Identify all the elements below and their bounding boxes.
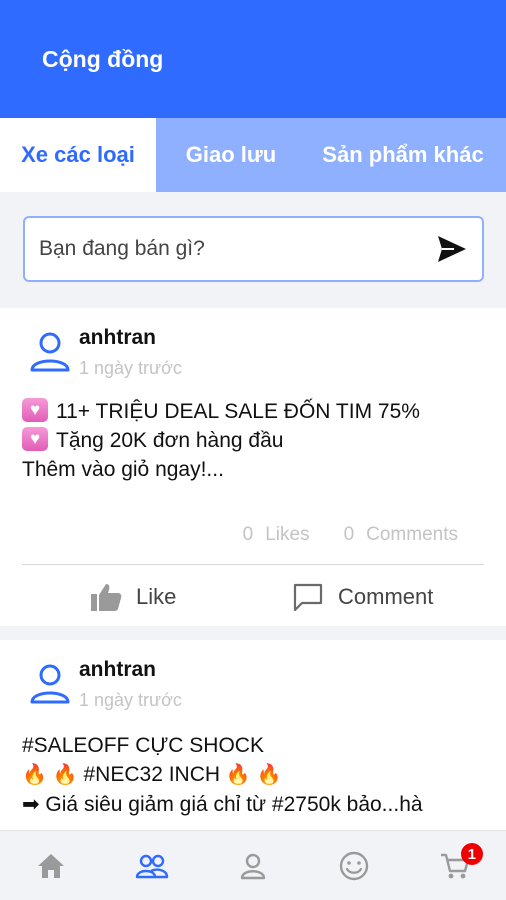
post-content[interactable]: 11+ TRIỆU DEAL SALE ĐỐN TIM 75% Tặng 20K… <box>22 397 498 484</box>
send-icon[interactable] <box>436 234 468 264</box>
user-avatar-icon[interactable] <box>28 660 72 704</box>
nav-profile[interactable] <box>202 831 303 900</box>
fire-emoji-icon: 🔥 <box>225 764 251 786</box>
post-composer <box>23 216 484 282</box>
tab-san-pham-khac[interactable]: Sản phẩm khác <box>306 118 506 192</box>
fire-emoji-icon: 🔥 <box>22 764 47 786</box>
nav-emoji[interactable] <box>304 831 405 900</box>
post-card: anhtran 1 ngày trước #SALEOFF CỰC SHOCK … <box>0 640 506 830</box>
like-button[interactable]: Like <box>90 578 176 616</box>
nav-home[interactable] <box>0 831 101 900</box>
fire-emoji-icon: 🔥 <box>52 764 78 786</box>
smiley-icon <box>340 851 369 880</box>
heart-emoji-icon <box>22 398 48 422</box>
post-card: anhtran 1 ngày trước 11+ TRIỆU DEAL SALE… <box>0 308 506 626</box>
community-icon <box>135 854 168 878</box>
app-screen: Cộng đồng Xe các loại Giao lưu Sản phẩm … <box>0 0 506 900</box>
tab-xe-cac-loai[interactable]: Xe các loại <box>0 118 156 192</box>
post-content[interactable]: #SALEOFF CỰC SHOCK 🔥 🔥 #NEC32 INCH 🔥 🔥 ➡… <box>22 731 498 819</box>
app-header: Cộng đồng <box>0 0 506 118</box>
post-author[interactable]: anhtran <box>79 326 156 350</box>
category-tabs: Xe các loại Giao lưu Sản phẩm khác <box>0 118 506 192</box>
post-author[interactable]: anhtran <box>79 658 156 682</box>
nav-community[interactable] <box>101 831 202 900</box>
comments-count: 0 Comments <box>343 524 458 545</box>
divider <box>22 564 484 565</box>
fire-emoji-icon: 🔥 <box>256 764 282 786</box>
comment-icon <box>293 583 323 612</box>
thumbs-up-icon <box>91 584 122 611</box>
likes-count: 0 Likes <box>242 524 310 545</box>
home-icon <box>37 853 64 878</box>
user-avatar-icon[interactable] <box>28 328 72 372</box>
comment-button[interactable]: Comment <box>292 578 433 616</box>
profile-icon <box>240 853 266 879</box>
post-time: 1 ngày trước <box>79 690 182 710</box>
post-input[interactable] <box>39 218 429 280</box>
page-title: Cộng đồng <box>42 46 164 72</box>
bottom-navigation: 1 <box>0 830 506 900</box>
tab-giao-luu[interactable]: Giao lưu <box>156 118 306 192</box>
post-stats: 0 Likes 0 Comments <box>243 524 458 546</box>
cart-badge: 1 <box>460 843 483 865</box>
nav-cart[interactable]: 1 <box>405 831 506 900</box>
post-time: 1 ngày trước <box>79 358 182 378</box>
heart-emoji-icon <box>22 427 48 451</box>
